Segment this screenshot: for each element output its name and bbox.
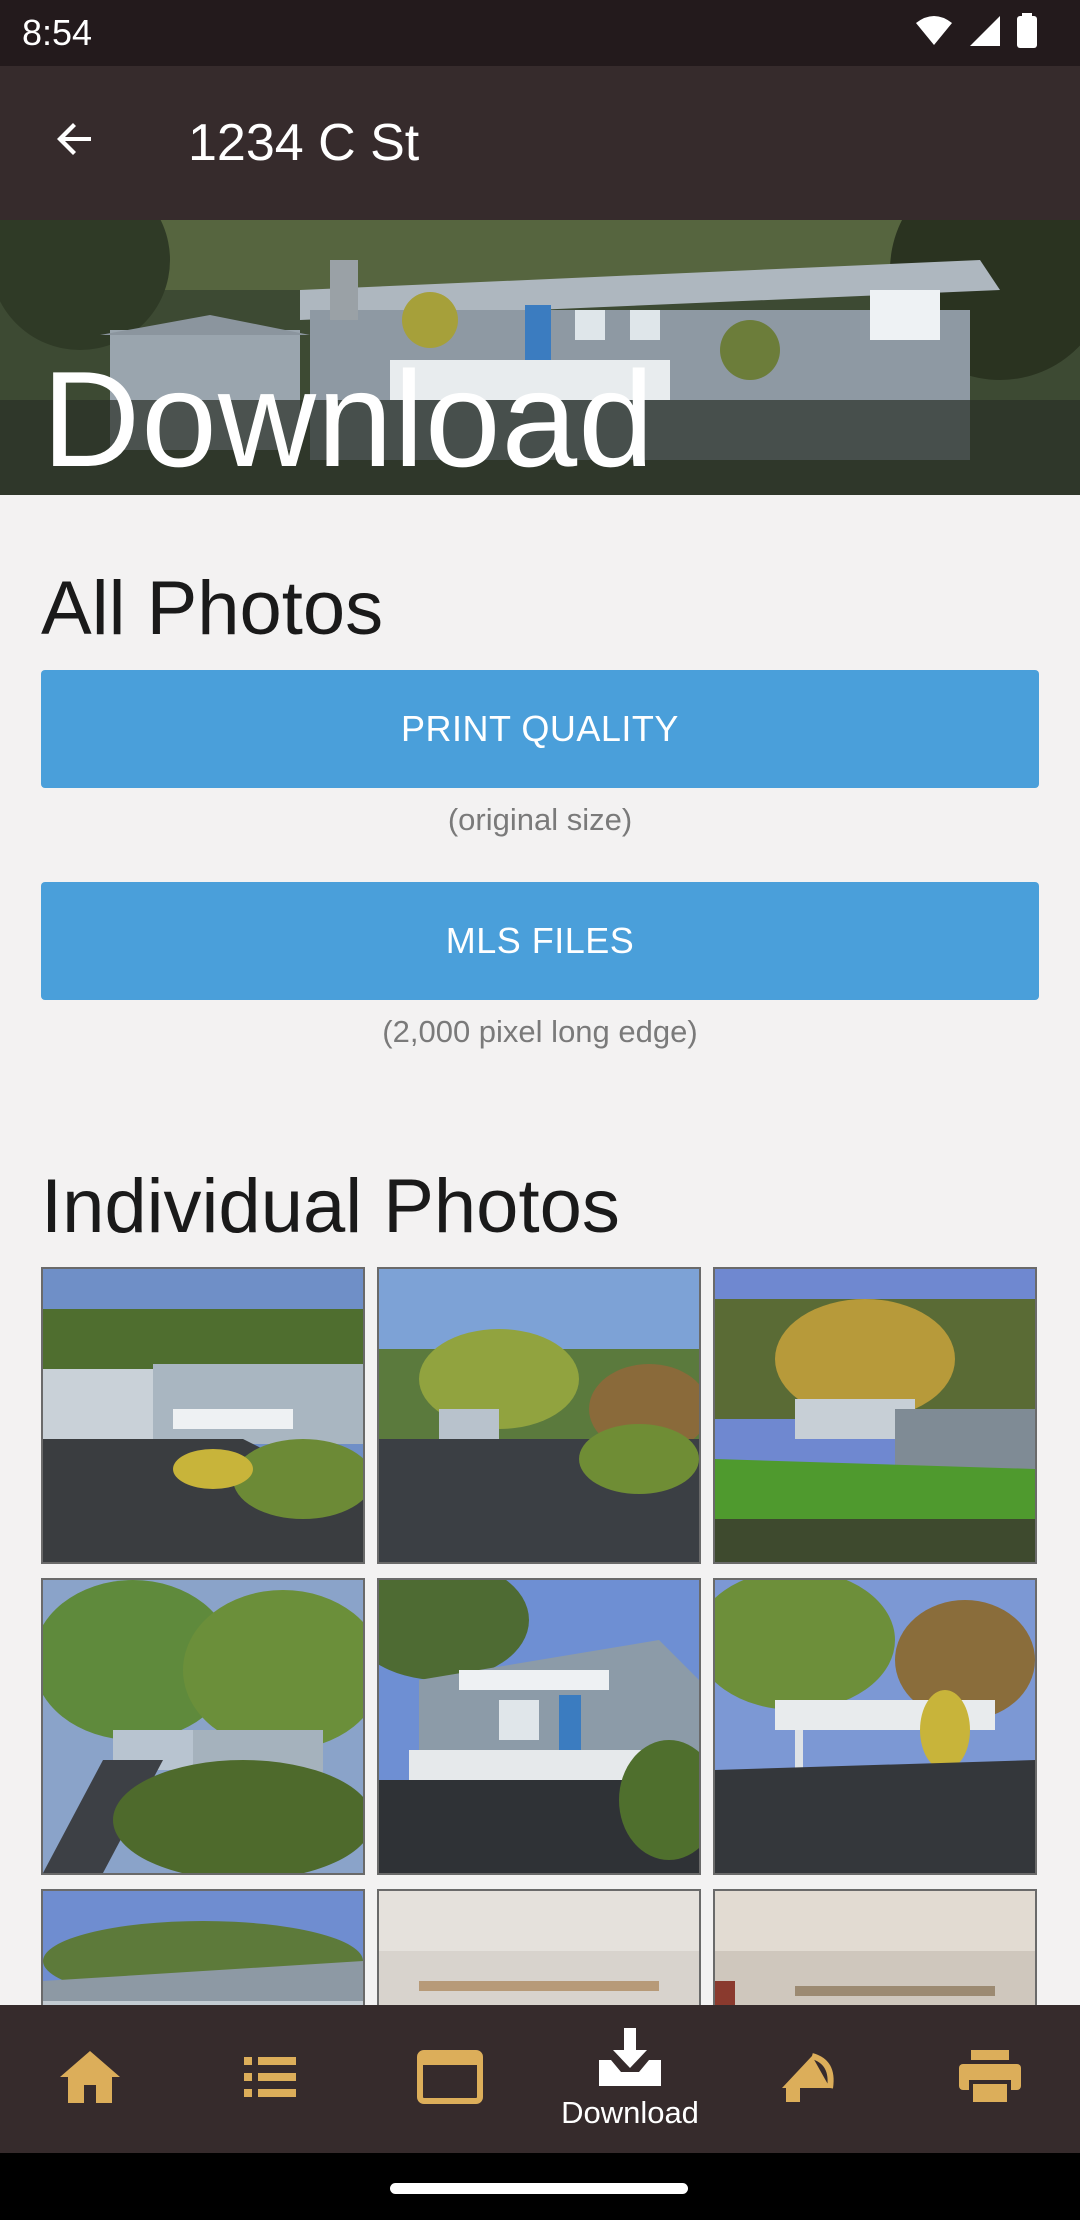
system-gesture-bar: [0, 2153, 1080, 2220]
back-button[interactable]: [40, 106, 110, 176]
home-icon: [58, 2047, 122, 2112]
nav-download-label: Download: [561, 2094, 699, 2130]
nav-list[interactable]: [180, 2005, 360, 2153]
photo-thumbnail[interactable]: [713, 1267, 1037, 1564]
list-icon: [244, 2055, 296, 2104]
arrow-back-icon: [51, 115, 99, 168]
printer-icon: [957, 2048, 1023, 2111]
photo-thumbnail[interactable]: [713, 1578, 1037, 1875]
battery-icon: [1016, 12, 1038, 54]
bottom-nav: Download: [0, 2005, 1080, 2153]
megaphone-icon: [778, 2048, 842, 2111]
photo-thumbnail[interactable]: [377, 1889, 701, 2005]
page-title: 1234 C St: [188, 114, 420, 172]
download-icon: [597, 2027, 663, 2091]
nav-marketing[interactable]: [720, 2005, 900, 2153]
photo-thumbnail[interactable]: [377, 1578, 701, 1875]
individual-photos-heading: Individual Photos: [41, 1164, 620, 1249]
nav-download[interactable]: Download: [540, 2005, 720, 2153]
photo-thumbnail[interactable]: [41, 1578, 365, 1875]
nav-window[interactable]: [360, 2005, 540, 2153]
hero-banner: Download: [0, 220, 1080, 495]
hero-title: Download: [42, 343, 655, 495]
mls-files-button[interactable]: MLS FILES: [41, 882, 1039, 1000]
nav-home[interactable]: [0, 2005, 180, 2153]
print-quality-caption: (original size): [447, 802, 633, 837]
main-content: All Photos PRINT QUALITY (original size)…: [0, 495, 1080, 2005]
status-icons: [914, 12, 1038, 54]
status-time: 8:54: [22, 12, 93, 53]
mls-files-caption: (2,000 pixel long edge): [382, 1014, 698, 1049]
print-quality-button[interactable]: PRINT QUALITY: [41, 670, 1039, 788]
home-gesture-handle[interactable]: [390, 2183, 688, 2194]
photo-thumbnail[interactable]: [41, 1889, 365, 2005]
browser-window-icon: [417, 2049, 483, 2109]
nav-print[interactable]: [900, 2005, 1080, 2153]
wifi-icon: [914, 15, 954, 52]
photo-thumbnail[interactable]: [41, 1267, 365, 1564]
photo-thumbnail[interactable]: [713, 1889, 1037, 2005]
photo-thumbnail[interactable]: [377, 1267, 701, 1564]
status-bar: 8:54: [0, 0, 1080, 66]
all-photos-heading: All Photos: [41, 566, 384, 651]
app-bar: 1234 C St: [0, 66, 1080, 220]
signal-icon: [968, 14, 1002, 53]
